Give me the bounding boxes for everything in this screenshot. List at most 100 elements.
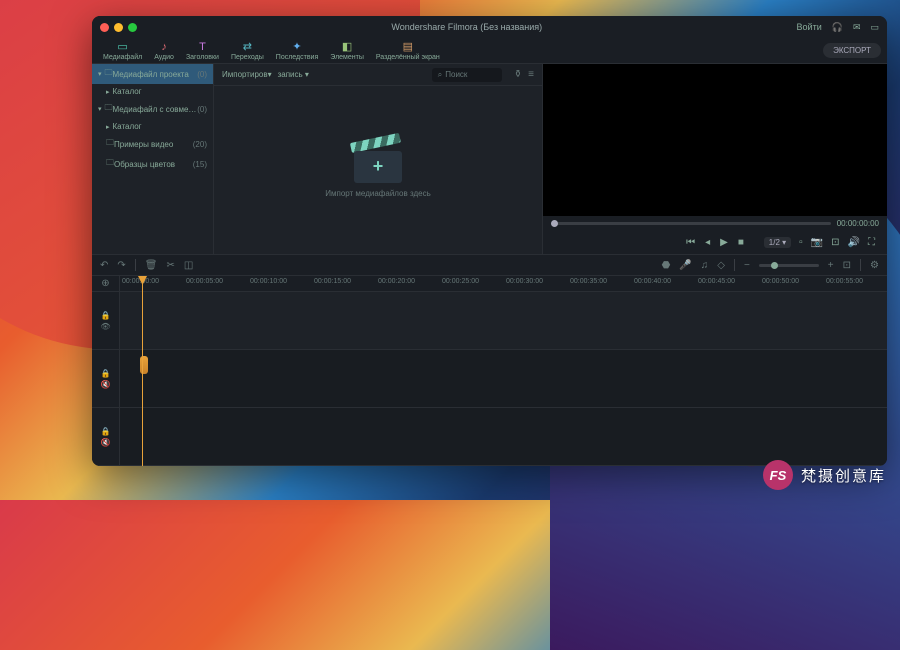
import-button[interactable]: Импортиров▾ (222, 70, 272, 79)
splitscreen-icon: ▤ (403, 40, 413, 53)
crop-icon[interactable]: ◫ (184, 260, 193, 271)
prev-frame-btn[interactable]: ⏮ (686, 237, 695, 248)
playhead[interactable] (142, 276, 143, 466)
transitions-icon: ⇄ (243, 40, 252, 53)
headphones-icon[interactable]: 🎧 (832, 22, 843, 33)
fullscreen-icon[interactable]: ⛶ (868, 237, 875, 248)
zoom-in-icon[interactable]: + (828, 260, 834, 271)
timeline-tracks[interactable]: 00:00:00:00 00:00:05:00 00:00:10:00 00:0… (120, 276, 887, 466)
app-window: Wondershare Filmora (Без названия) Войти… (92, 16, 887, 466)
sidebar-item-sample-video[interactable]: 🗀 Примеры видео(20) (92, 134, 213, 154)
search-input[interactable]: ⌕Поиск (432, 68, 502, 82)
add-track-icon[interactable]: ⊕ (101, 278, 109, 289)
zoom-out-icon[interactable]: − (744, 260, 750, 271)
maximize-window-btn[interactable] (128, 23, 137, 32)
zoom-fit-icon[interactable]: ⊡ (843, 260, 851, 271)
split-icon[interactable]: ✂ (166, 260, 174, 271)
titles-icon: T (199, 41, 206, 53)
audio-track-header[interactable]: 🔒🔇 (92, 350, 119, 408)
record-button[interactable]: запись ▾ (278, 70, 309, 79)
minimize-window-btn[interactable] (114, 23, 123, 32)
keyframe-icon[interactable]: ◇ (717, 260, 725, 271)
timeline-ruler[interactable]: 00:00:00:00 00:00:05:00 00:00:10:00 00:0… (120, 276, 887, 292)
notification-icon[interactable]: ▭ (870, 22, 879, 33)
track-headers: ⊕ 🔒👁 🔒🔇 🔒🔇 (92, 276, 120, 466)
step-back-btn[interactable]: ◂ (705, 237, 710, 248)
eye-icon[interactable]: 👁 (100, 322, 110, 331)
search-icon: ⌕ (438, 70, 442, 80)
video-track-header[interactable]: 🔒👁 (92, 292, 119, 350)
close-window-btn[interactable] (100, 23, 109, 32)
media-dropzone[interactable]: Импорт медиафайлов здесь (214, 86, 542, 254)
export-button[interactable]: ЭКСПОРТ (823, 43, 881, 58)
tab-transitions[interactable]: ⇄Переходы (226, 38, 269, 63)
timeline-panel: ⊕ 🔒👁 🔒🔇 🔒🔇 00:00:00:00 00:00:05:00 00:00… (92, 276, 887, 466)
settings-icon[interactable]: ⚙ (870, 260, 879, 271)
sidebar-item-catalog1[interactable]: ▸Каталог (92, 84, 213, 99)
lock-icon[interactable]: 🔒 (101, 369, 111, 378)
dropzone-text: Импорт медиафайлов здесь (325, 189, 431, 198)
main-tabs: ▭Медиафайл ♪Аудио TЗаголовки ⇄Переходы ✦… (92, 38, 887, 64)
sidebar-item-sample-colors[interactable]: 🗀 Образцы цветов(15) (92, 154, 213, 174)
window-title: Wondershare Filmora (Без названия) (137, 22, 797, 32)
window-controls (100, 23, 137, 32)
delete-icon[interactable]: 🗑 (145, 260, 158, 271)
folder-icon: 🗀 (106, 157, 114, 171)
mute-icon[interactable]: 🔇 (101, 438, 111, 447)
mic-icon[interactable]: 🎤 (679, 260, 691, 271)
tab-effects[interactable]: ✦Последствия (271, 38, 323, 63)
play-btn[interactable]: ▶ (720, 237, 728, 248)
watermark-badge: FS (763, 460, 793, 490)
folder-icon: 🗀 (106, 137, 114, 151)
sort-icon[interactable]: ≡ (528, 69, 534, 80)
volume-icon[interactable]: 🔊 (848, 237, 860, 248)
media-sidebar: ▾🗀 Медиафайл проекта(0) ▸Каталог ▾🗀 Меди… (92, 64, 214, 254)
folder-icon: 🗀 (105, 67, 113, 81)
filter-icon[interactable]: ⚱ (514, 69, 522, 80)
lock-icon[interactable]: 🔒 (101, 427, 111, 436)
sidebar-item-catalog2[interactable]: ▸Каталог (92, 119, 213, 134)
timeline-toolbar: ↶ ↷ 🗑 ✂ ◫ ⬣ 🎤 ♫ ◇ − + ⊡ ⚙ (92, 254, 887, 276)
scrub-bar[interactable] (551, 222, 831, 225)
effects-icon: ✦ (292, 40, 301, 53)
audio-track-1[interactable] (120, 350, 887, 408)
titlebar: Wondershare Filmora (Без названия) Войти… (92, 16, 887, 38)
message-icon[interactable]: ✉ (853, 22, 861, 33)
timeline-zoom-slider[interactable] (759, 264, 819, 267)
login-link[interactable]: Войти (797, 22, 822, 32)
mixer-icon[interactable]: ♫ (701, 260, 709, 271)
audio-track-2[interactable] (120, 408, 887, 466)
lock-icon[interactable]: 🔒 (101, 311, 111, 320)
audio-icon: ♪ (161, 41, 167, 53)
audio-track2-header[interactable]: 🔒🔇 (92, 408, 119, 466)
elements-icon: ◧ (342, 40, 352, 53)
upper-panel: ▾🗀 Медиафайл проекта(0) ▸Каталог ▾🗀 Меди… (92, 64, 887, 254)
undo-icon[interactable]: ↶ (100, 260, 108, 271)
sidebar-item-project-media[interactable]: ▾🗀 Медиафайл проекта(0) (92, 64, 213, 84)
quality-icon[interactable]: ▫ (799, 237, 803, 248)
timecode: 00:00:00:00 (837, 219, 879, 228)
stop-btn[interactable]: ■ (738, 237, 744, 248)
video-track[interactable] (120, 292, 887, 350)
mark-in-icon[interactable]: ⊡ (831, 237, 839, 248)
media-panel: Импортиров▾ запись ▾ ⌕Поиск ⚱ ≡ Импорт м… (214, 64, 542, 254)
clapperboard-icon (354, 143, 402, 183)
folder-icon: 🗀 (105, 102, 113, 116)
video-canvas[interactable] (543, 64, 887, 216)
media-icon: ▭ (117, 40, 127, 53)
redo-icon[interactable]: ↷ (117, 260, 125, 271)
tab-audio[interactable]: ♪Аудио (149, 39, 179, 63)
tab-titles[interactable]: TЗаголовки (181, 39, 224, 63)
watermark: FS 梵摄创意库 (763, 460, 886, 490)
tab-media[interactable]: ▭Медиафайл (98, 38, 147, 63)
preview-zoom[interactable]: 1/2 ▾ (764, 237, 791, 248)
preview-panel: 00:00:00:00 ⏮ ◂ ▶ ■ 1/2 ▾ ▫ 📷 ⊡ 🔊 ⛶ (542, 64, 887, 254)
mute-icon[interactable]: 🔇 (101, 380, 111, 389)
media-toolbar: Импортиров▾ запись ▾ ⌕Поиск ⚱ ≡ (214, 64, 542, 86)
sidebar-item-shared-media[interactable]: ▾🗀 Медиафайл с совме…(0) (92, 99, 213, 119)
snapshot-icon[interactable]: 📷 (811, 237, 823, 248)
watermark-text: 梵摄创意库 (801, 465, 886, 486)
tab-splitscreen[interactable]: ▤Разделённый экран (371, 38, 445, 63)
tab-elements[interactable]: ◧Элементы (325, 38, 369, 63)
marker-icon[interactable]: ⬣ (662, 260, 671, 271)
